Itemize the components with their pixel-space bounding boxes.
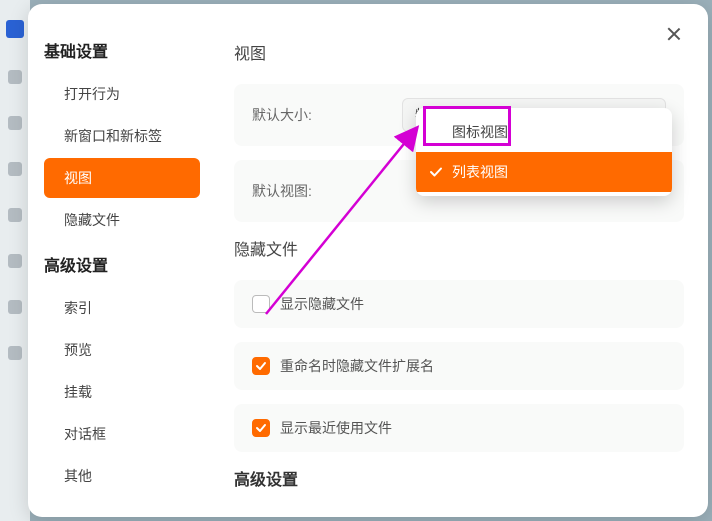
section-view-title: 视图: [234, 40, 684, 64]
section-hidden-title: 隐藏文件: [234, 236, 684, 260]
background-sidebar: [0, 0, 30, 521]
row-show-hidden[interactable]: 显示隐藏文件: [234, 280, 684, 328]
sidebar-item-preview[interactable]: 预览: [44, 330, 200, 370]
dropdown-option-label: 图标视图: [452, 122, 508, 142]
sidebar-item-open-behavior[interactable]: 打开行为: [44, 74, 200, 114]
sidebar-item-mount[interactable]: 挂载: [44, 372, 200, 412]
bg-dot: [8, 162, 22, 176]
sidebar-item-other[interactable]: 其他: [44, 456, 200, 496]
bg-dot: [8, 254, 22, 268]
bg-dot: [8, 346, 22, 360]
checkbox-show-recent[interactable]: [252, 419, 270, 437]
label-hide-ext-on-rename: 重命名时隐藏文件扩展名: [280, 356, 434, 376]
label-show-hidden: 显示隐藏文件: [280, 294, 364, 314]
label-default-size: 默认大小:: [252, 105, 402, 125]
checkbox-hide-ext-on-rename[interactable]: [252, 357, 270, 375]
dropdown-option-icon-view[interactable]: 图标视图: [416, 112, 672, 152]
dropdown-option-label: 列表视图: [452, 162, 508, 182]
bg-dot: [8, 208, 22, 222]
bg-dot: [8, 70, 22, 84]
sidebar-item-new-window-tab[interactable]: 新窗口和新标签: [44, 116, 200, 156]
sidebar-item-dialog[interactable]: 对话框: [44, 414, 200, 454]
row-hide-ext-on-rename[interactable]: 重命名时隐藏文件扩展名: [234, 342, 684, 390]
section-advanced-title: 高级设置: [234, 466, 684, 490]
bg-dot: [8, 116, 22, 130]
sidebar-item-hidden-files[interactable]: 隐藏文件: [44, 200, 200, 240]
dropdown-default-view: 图标视图 列表视图: [416, 108, 672, 196]
sidebar-group-basic: 基础设置: [38, 28, 206, 72]
label-show-recent: 显示最近使用文件: [280, 418, 392, 438]
settings-sidebar: 基础设置 打开行为 新窗口和新标签 视图 隐藏文件 高级设置 索引 预览 挂载 …: [28, 4, 206, 517]
sidebar-group-advanced: 高级设置: [38, 242, 206, 286]
dropdown-option-list-view[interactable]: 列表视图: [416, 152, 672, 192]
settings-modal: 基础设置 打开行为 新窗口和新标签 视图 隐藏文件 高级设置 索引 预览 挂载 …: [28, 4, 708, 517]
checkbox-show-hidden[interactable]: [252, 295, 270, 313]
bg-dot: [8, 300, 22, 314]
app-icon: [6, 20, 24, 38]
label-default-view: 默认视图:: [252, 181, 402, 201]
close-button[interactable]: [664, 24, 684, 44]
sidebar-item-view[interactable]: 视图: [44, 158, 200, 198]
settings-main: 视图 默认大小: 特大 默认视图: 隐藏文件: [206, 4, 708, 517]
row-show-recent[interactable]: 显示最近使用文件: [234, 404, 684, 452]
sidebar-item-index[interactable]: 索引: [44, 288, 200, 328]
check-icon: [428, 164, 444, 180]
